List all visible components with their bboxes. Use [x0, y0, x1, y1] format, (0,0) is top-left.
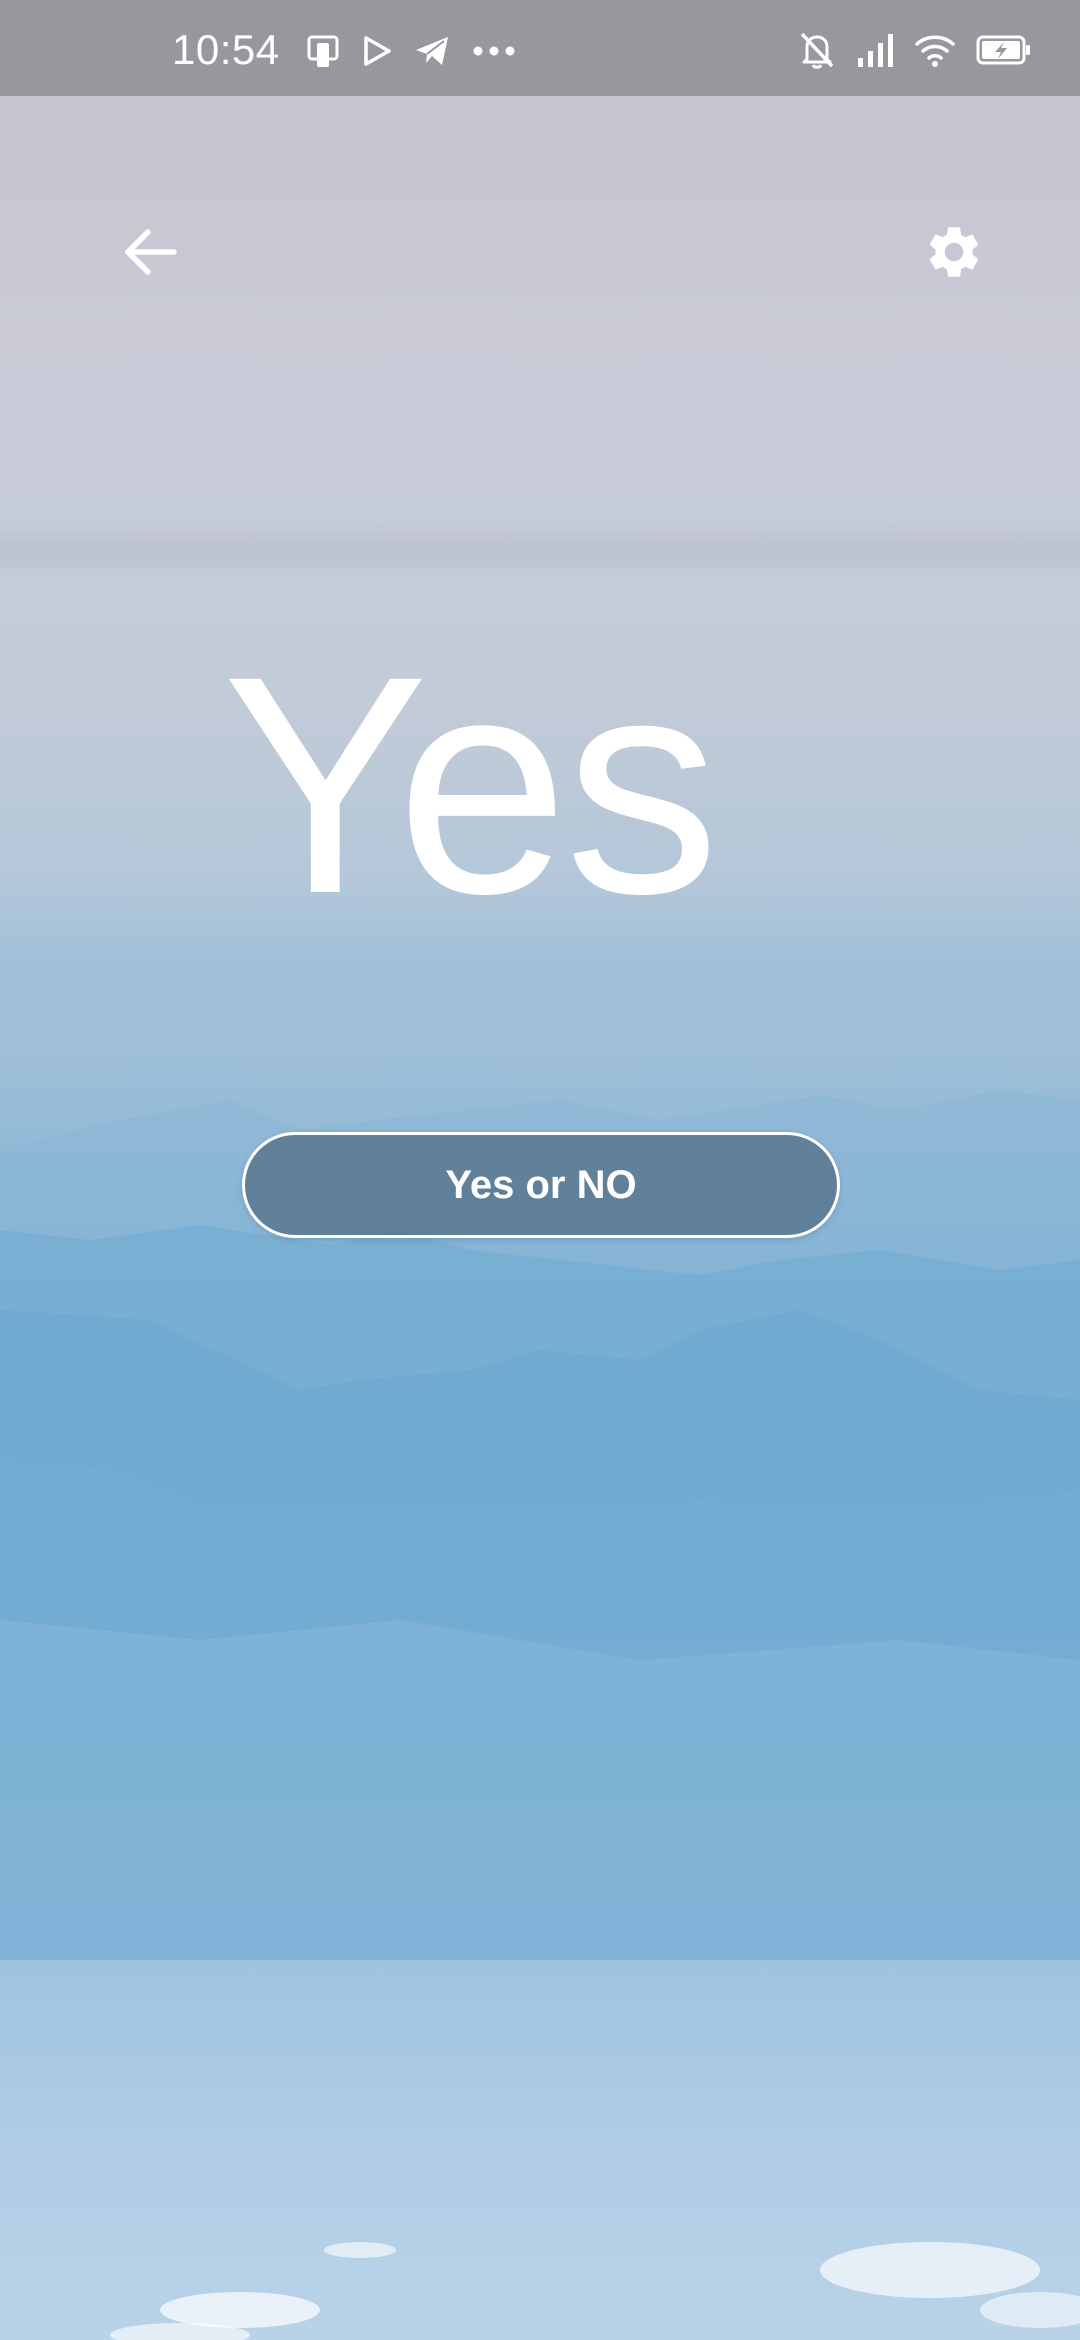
- status-bar: 10:54: [0, 0, 1080, 96]
- telegram-icon: [414, 35, 450, 67]
- signal-icon: [856, 32, 894, 68]
- app-screen: 10:54 Yes Yes or NO: [0, 0, 1080, 2340]
- system-icons: [798, 30, 1032, 70]
- settings-button[interactable]: [914, 214, 994, 294]
- wifi-icon: [914, 33, 956, 67]
- battery-charging-icon: [976, 34, 1032, 66]
- answer-text: Yes: [222, 611, 720, 958]
- haze-band: [0, 520, 1080, 580]
- more-notifications-icon: [472, 45, 516, 57]
- sim-card-icon: [306, 34, 340, 68]
- arrow-left-icon: [122, 227, 178, 282]
- yes-or-no-button[interactable]: Yes or NO: [242, 1132, 840, 1238]
- bell-off-icon: [798, 30, 836, 70]
- notification-icons: [306, 34, 516, 68]
- play-store-icon: [362, 35, 392, 67]
- status-time: 10:54: [172, 26, 280, 73]
- gear-icon: [923, 221, 985, 288]
- cloud-wisps: [110, 2242, 1080, 2340]
- back-button[interactable]: [110, 214, 190, 294]
